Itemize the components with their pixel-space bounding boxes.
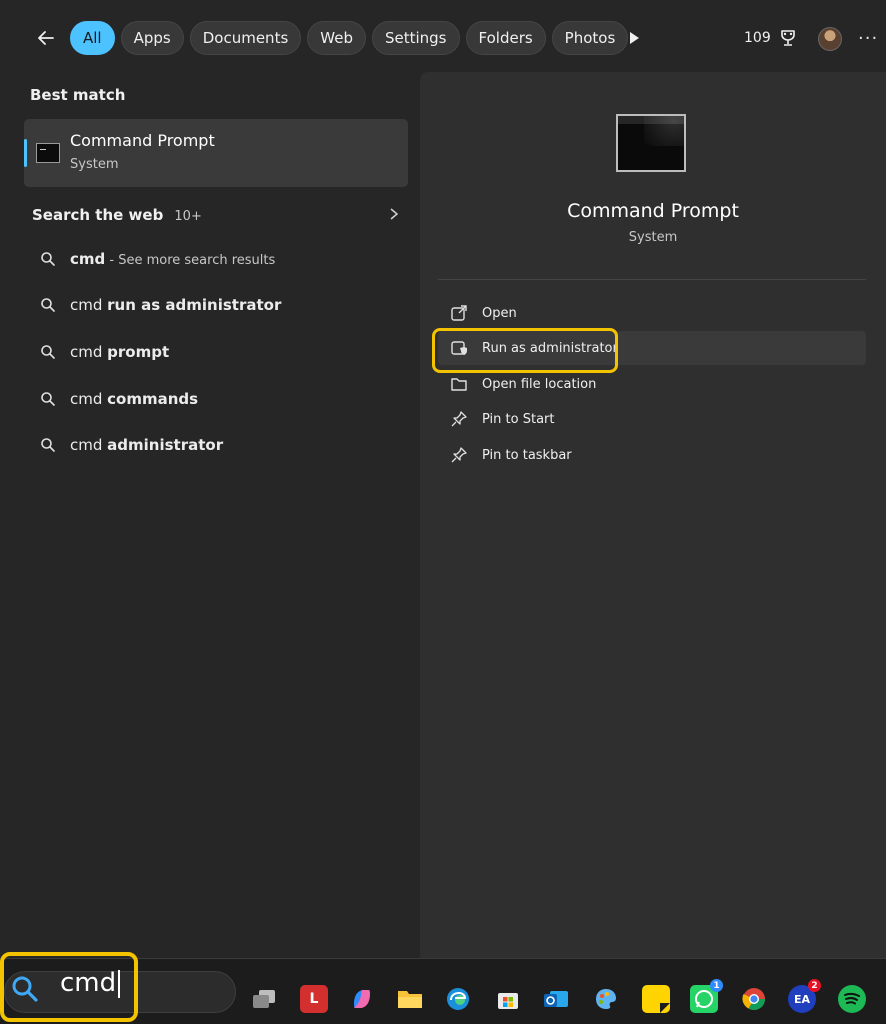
search-icon xyxy=(41,345,55,359)
microsoft-store-icon xyxy=(498,993,518,1009)
rewards-trophy-icon[interactable] xyxy=(778,28,798,48)
action-pin-to-start[interactable]: Pin to Start xyxy=(438,402,866,436)
spotify-icon xyxy=(844,992,860,1005)
web-result-item[interactable]: cmd administrator xyxy=(24,426,408,464)
filter-chips: All Apps Documents Web Settings Folders … xyxy=(70,21,629,55)
web-result-text: cmd - See more search results xyxy=(70,250,276,268)
ea-icon: EA xyxy=(793,992,811,1006)
action-pin-to-taskbar[interactable]: Pin to taskbar xyxy=(438,438,866,472)
more-filters-play-icon[interactable] xyxy=(624,28,644,48)
more-options-icon[interactable]: ··· xyxy=(858,28,882,49)
admin-shield-icon xyxy=(451,341,467,355)
whatsapp-icon xyxy=(695,990,713,1008)
taskbar-chrome[interactable] xyxy=(740,985,768,1013)
web-result-item[interactable]: cmd prompt xyxy=(24,333,408,371)
web-result-text: cmd administrator xyxy=(70,436,224,454)
action-open-file-location[interactable]: Open file location xyxy=(438,367,866,401)
search-the-web-count: 10+ xyxy=(174,209,202,224)
taskbar-spotify[interactable] xyxy=(838,985,866,1013)
best-match-type: System xyxy=(70,157,119,172)
user-avatar[interactable] xyxy=(818,27,842,51)
taskbar-sticky-notes[interactable] xyxy=(642,985,670,1013)
best-match-command-prompt[interactable]: Command Prompt System xyxy=(24,119,408,187)
search-icon xyxy=(41,298,55,312)
detail-pane: Command Prompt System Open Run as admini… xyxy=(420,72,886,958)
taskbar-whatsapp[interactable]: 1 xyxy=(690,979,723,1013)
detail-app-type: System xyxy=(628,230,678,245)
filter-chip-settings[interactable]: Settings xyxy=(371,21,460,55)
search-icon xyxy=(41,438,55,452)
taskbar-ea[interactable]: EA 2 xyxy=(788,979,821,1013)
filter-chip-all[interactable]: All xyxy=(70,21,115,55)
task-view-icon xyxy=(253,990,275,1008)
taskbar-paint[interactable] xyxy=(592,985,620,1013)
copilot-icon xyxy=(354,990,370,1008)
best-match-name: Command Prompt xyxy=(70,131,215,150)
search-the-web-header[interactable]: Search the web 10+ xyxy=(32,205,408,225)
taskbar-file-explorer[interactable] xyxy=(396,985,424,1013)
filter-chip-web[interactable]: Web xyxy=(307,21,366,55)
command-prompt-icon xyxy=(36,143,60,163)
filter-chip-documents[interactable]: Documents xyxy=(189,21,302,55)
web-result-text: cmd run as administrator xyxy=(70,296,282,314)
open-external-icon xyxy=(451,305,467,321)
web-result-text: cmd commands xyxy=(70,390,199,408)
command-prompt-large-icon xyxy=(616,114,686,172)
web-result-text: cmd prompt xyxy=(70,343,170,361)
chevron-right-icon xyxy=(390,208,399,220)
action-open[interactable]: Open xyxy=(438,296,866,330)
action-open-label: Open xyxy=(482,305,517,321)
outlook-icon xyxy=(544,991,568,1007)
search-panel: All Apps Documents Web Settings Folders … xyxy=(0,0,886,958)
rewards-points: 109 xyxy=(744,30,771,46)
filter-chip-photos[interactable]: Photos xyxy=(551,21,629,55)
taskbar-task-view[interactable] xyxy=(250,985,278,1013)
back-arrow-icon xyxy=(38,31,54,45)
action-pin-to-taskbar-label: Pin to taskbar xyxy=(482,447,572,463)
detail-app-name: Command Prompt xyxy=(567,200,739,222)
back-button[interactable] xyxy=(32,24,60,52)
filter-chip-folders[interactable]: Folders xyxy=(465,21,546,55)
taskbar-microsoft-store[interactable] xyxy=(494,985,522,1013)
search-icon xyxy=(41,252,55,266)
best-match-heading: Best match xyxy=(30,86,126,104)
action-run-as-administrator-label: Run as administrator xyxy=(482,340,618,356)
sticky-notes-icon xyxy=(660,1003,670,1013)
taskbar-search-input[interactable]: cmd xyxy=(60,968,121,998)
folder-icon xyxy=(451,378,467,391)
paint-palette-icon xyxy=(596,989,616,1009)
filter-chip-apps[interactable]: Apps xyxy=(120,21,184,55)
web-result-item[interactable]: cmd - See more search results xyxy=(24,240,408,278)
action-run-as-administrator[interactable]: Run as administrator xyxy=(438,331,866,365)
search-the-web-title: Search the web xyxy=(32,206,164,224)
web-result-item[interactable]: cmd run as administrator xyxy=(24,286,408,324)
taskbar-search-icon xyxy=(12,976,38,1002)
file-explorer-icon xyxy=(398,991,422,1008)
taskbar-outlook[interactable] xyxy=(542,985,570,1013)
selection-accent xyxy=(24,139,27,167)
detail-divider xyxy=(438,279,866,280)
pin-icon xyxy=(451,447,467,463)
filter-bar: All Apps Documents Web Settings Folders … xyxy=(0,0,886,72)
search-icon xyxy=(41,392,55,406)
taskbar-edge[interactable] xyxy=(444,985,472,1013)
taskbar-lastpass[interactable]: L xyxy=(300,985,328,1013)
action-open-file-location-label: Open file location xyxy=(482,376,597,392)
edge-icon xyxy=(447,988,469,1010)
whatsapp-badge: 1 xyxy=(710,979,723,992)
ea-badge: 2 xyxy=(808,979,821,992)
action-pin-to-start-label: Pin to Start xyxy=(482,411,555,427)
web-result-item[interactable]: cmd commands xyxy=(24,380,408,418)
pin-icon xyxy=(451,411,467,427)
lastpass-icon: L xyxy=(309,991,319,1007)
taskbar-copilot[interactable] xyxy=(348,985,376,1013)
chrome-icon xyxy=(742,988,765,1010)
